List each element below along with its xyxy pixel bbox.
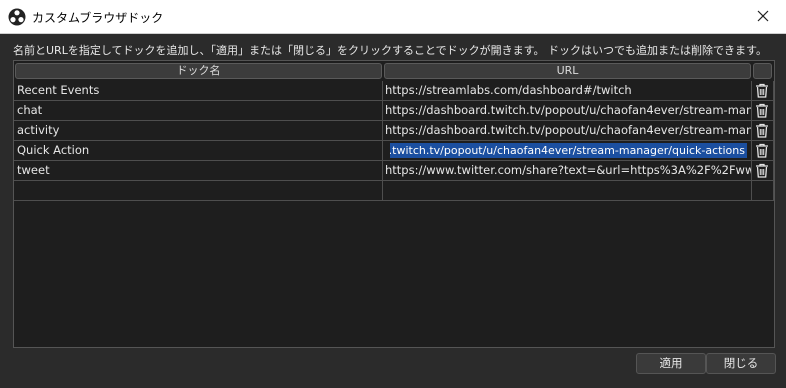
dock-name-cell[interactable]: Recent Events (14, 81, 383, 101)
dock-url-cell[interactable]: https://dashboard.twitch.tv/popout/u/cha… (383, 101, 752, 121)
table-row-empty[interactable] (14, 181, 774, 201)
column-header-actions (753, 63, 772, 79)
table-row[interactable]: activity https://dashboard.twitch.tv/pop… (14, 121, 774, 141)
dock-url-cell[interactable]: https://streamlabs.com/dashboard#/twitch (383, 81, 752, 101)
column-header-url[interactable]: URL (384, 63, 751, 79)
new-dock-name-cell[interactable] (14, 181, 383, 201)
new-dock-url-cell[interactable] (383, 181, 752, 201)
delete-button[interactable] (752, 101, 774, 121)
apply-button[interactable]: 適用 (636, 353, 706, 374)
window-title: カスタムブラウザドック (32, 11, 164, 25)
close-window-button[interactable] (740, 0, 786, 33)
trash-icon (756, 163, 768, 178)
selected-url-text: oard.twitch.tv/popout/u/chaofan4ever/str… (390, 144, 745, 157)
dock-url-cell[interactable]: https://www.twitter.com/share?text=&url=… (383, 161, 752, 181)
column-header-name[interactable]: ドック名 (15, 63, 382, 79)
trash-icon (756, 83, 768, 98)
dock-name-cell[interactable]: tweet (14, 161, 383, 181)
trash-icon (756, 103, 768, 118)
dock-name-cell[interactable]: activity (14, 121, 383, 141)
table-row[interactable]: Quick Action oard.twitch.tv/popout/u/cha… (14, 141, 774, 161)
close-button[interactable]: 閉じる (706, 353, 776, 374)
trash-icon (756, 143, 768, 158)
trash-icon (756, 123, 768, 138)
delete-button[interactable] (752, 121, 774, 141)
empty-action-cell (752, 181, 774, 201)
delete-button[interactable] (752, 161, 774, 181)
dock-url-cell[interactable]: oard.twitch.tv/popout/u/chaofan4ever/str… (383, 141, 752, 161)
delete-button[interactable] (752, 141, 774, 161)
dock-table: ドック名 URL Recent Events https://streamlab… (13, 60, 775, 348)
table-row[interactable]: tweet https://www.twitter.com/share?text… (14, 161, 774, 181)
obs-logo-icon (8, 8, 26, 26)
table-row[interactable]: Recent Events https://streamlabs.com/das… (14, 81, 774, 101)
url-edit-field[interactable]: oard.twitch.tv/popout/u/chaofan4ever/str… (390, 143, 747, 158)
dock-name-cell[interactable]: chat (14, 101, 383, 121)
dock-name-cell[interactable]: Quick Action (14, 141, 383, 161)
close-icon (757, 10, 769, 22)
instructions-text: 名前とURLを指定してドックを追加し、「適用」または「閉じる」をクリックすること… (13, 44, 767, 57)
title-bar: カスタムブラウザドック (0, 0, 786, 34)
table-row[interactable]: chat https://dashboard.twitch.tv/popout/… (14, 101, 774, 121)
delete-button[interactable] (752, 81, 774, 101)
dock-url-cell[interactable]: https://dashboard.twitch.tv/popout/u/cha… (383, 121, 752, 141)
